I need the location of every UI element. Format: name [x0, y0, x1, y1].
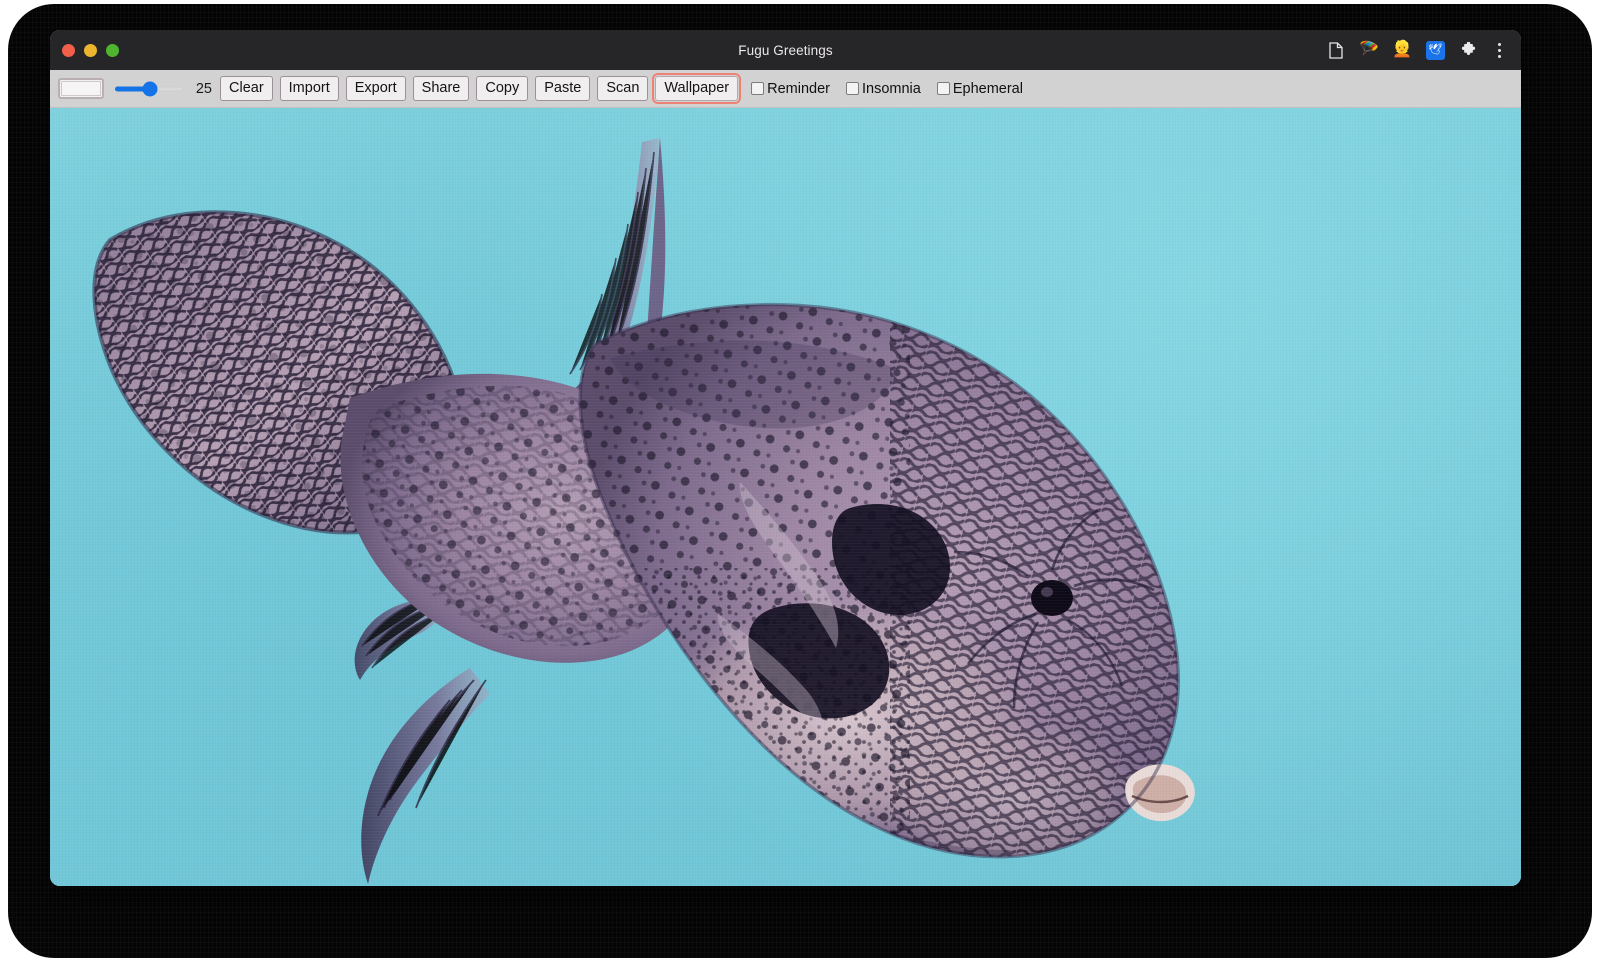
- scan-button[interactable]: Scan: [597, 76, 648, 102]
- slider-thumb[interactable]: [143, 81, 158, 96]
- app-toolbar: 25 Clear Import Export Share Copy Paste …: [50, 70, 1521, 108]
- color-picker-swatch[interactable]: [58, 78, 104, 99]
- ephemeral-checkbox-box[interactable]: [937, 82, 950, 95]
- brush-size-value: 25: [192, 81, 212, 97]
- share-button[interactable]: Share: [413, 76, 470, 102]
- drawing-canvas[interactable]: [50, 108, 1521, 886]
- pufferfish-photo: [50, 108, 1521, 886]
- wallpaper-button[interactable]: Wallpaper: [655, 76, 738, 102]
- bird-extension-badge: 🕊: [1426, 41, 1445, 60]
- extensions-puzzle-icon[interactable]: [1457, 39, 1479, 61]
- import-button[interactable]: Import: [280, 76, 339, 102]
- close-window-button[interactable]: [62, 44, 75, 57]
- maximize-window-button[interactable]: [106, 44, 119, 57]
- traffic-light-controls: [62, 44, 119, 57]
- browser-menu-icon[interactable]: [1490, 39, 1508, 61]
- clear-button[interactable]: Clear: [220, 76, 273, 102]
- minimize-window-button[interactable]: [84, 44, 97, 57]
- paraglider-emoji-icon[interactable]: 🪂: [1358, 39, 1380, 61]
- copy-button[interactable]: Copy: [476, 76, 528, 102]
- export-button[interactable]: Export: [346, 76, 406, 102]
- ephemeral-checkbox[interactable]: Ephemeral: [937, 81, 1023, 97]
- screen: Fugu Greetings 🪂 👱 🕊: [0, 0, 1600, 962]
- bird-extension-icon[interactable]: 🕊: [1424, 39, 1446, 61]
- window-titlebar: Fugu Greetings 🪂 👱 🕊: [50, 30, 1521, 70]
- paste-button[interactable]: Paste: [535, 76, 590, 102]
- page-info-icon[interactable]: [1325, 39, 1347, 61]
- reminder-checkbox-box[interactable]: [751, 82, 764, 95]
- insomnia-checkbox-box[interactable]: [846, 82, 859, 95]
- color-picker-swatch-fill: [61, 81, 101, 96]
- reminder-checkbox-label: Reminder: [767, 81, 830, 97]
- fish-body: [550, 288, 1230, 886]
- insomnia-checkbox[interactable]: Insomnia: [846, 81, 921, 97]
- insomnia-checkbox-label: Insomnia: [862, 81, 921, 97]
- person-avatar-icon[interactable]: 👱: [1391, 39, 1413, 61]
- brush-size-slider[interactable]: [115, 81, 183, 97]
- fish-mouth: [1125, 764, 1195, 821]
- window-title: Fugu Greetings: [50, 43, 1521, 58]
- app-window: Fugu Greetings 🪂 👱 🕊: [50, 30, 1521, 886]
- reminder-checkbox[interactable]: Reminder: [751, 81, 830, 97]
- ephemeral-checkbox-label: Ephemeral: [953, 81, 1023, 97]
- titlebar-icon-group: 🪂 👱 🕊: [1325, 39, 1521, 61]
- pufferfish-illustration: [50, 108, 1521, 886]
